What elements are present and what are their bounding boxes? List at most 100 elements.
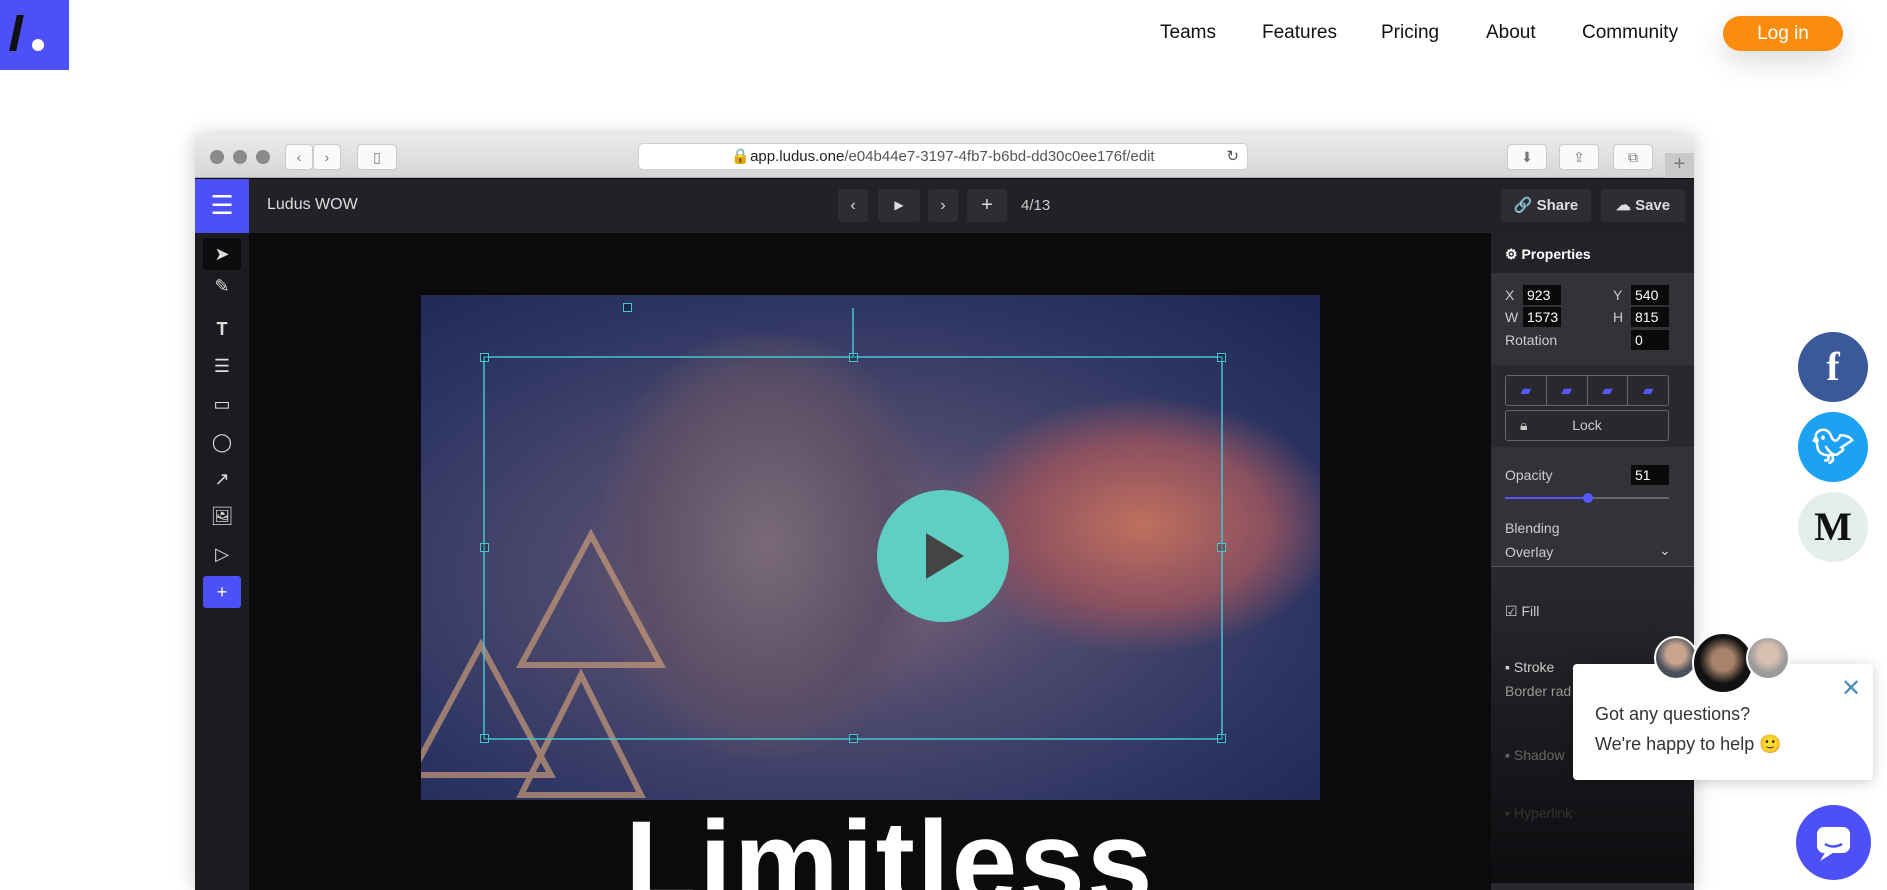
resize-handle	[480, 543, 489, 552]
send-backward-icon: ▰	[1547, 376, 1588, 405]
nav-teams[interactable]: Teams	[1160, 22, 1216, 44]
nav-about[interactable]: About	[1486, 22, 1536, 44]
facebook-button[interactable]: f	[1798, 332, 1868, 402]
chat-message-line1: Got any questions?	[1595, 704, 1751, 724]
address-bar: 🔒app.ludus.one/e04b44e7-3197-4fb7-b6bd-d…	[638, 143, 1248, 170]
avatar	[1692, 632, 1754, 694]
window-min-dot	[233, 150, 247, 164]
sidebar-icon: ▯	[357, 144, 397, 170]
opacity-slider	[1505, 493, 1669, 503]
lock-icon: 🔒	[731, 148, 751, 165]
prev-slide-icon: ‹	[838, 189, 868, 222]
w-label: W	[1505, 309, 1519, 325]
h-label: H	[1613, 309, 1624, 325]
download-icon: ⬇	[1507, 144, 1547, 170]
new-tab-icon: +	[1665, 153, 1694, 178]
slide-counter: 4/13	[1021, 197, 1051, 214]
ludus-logo[interactable]	[0, 0, 69, 70]
border-radius-label: Border rad	[1505, 683, 1572, 699]
add-element-icon: +	[203, 576, 241, 608]
presentation-title: Ludus WOW	[267, 196, 358, 213]
menu-icon: ☰	[195, 179, 249, 233]
tool-sidebar: ➤ ✎ T ☰ ▭ ◯ ↗ 🖼 ▷ +	[195, 233, 249, 890]
resize-handle	[1217, 543, 1226, 552]
hyperlink-checkbox: ▪ Hyperlink	[1505, 805, 1573, 821]
blending-select: Overlay	[1505, 544, 1554, 560]
chevron-down-icon: ⌄	[1659, 542, 1671, 558]
hyperlink-label: Hyperlink	[1513, 805, 1573, 821]
share-label: Share	[1536, 197, 1579, 214]
rotation-input: 0	[1631, 330, 1669, 350]
next-slide-icon: ›	[928, 189, 958, 222]
opacity-input: 51	[1631, 465, 1669, 485]
fill-label: Fill	[1521, 603, 1540, 619]
shadow-checkbox: ▪ Shadow	[1505, 747, 1565, 763]
nav-pricing[interactable]: Pricing	[1381, 22, 1439, 44]
rotation-label: Rotation	[1505, 332, 1558, 348]
bring-forward-icon: ▰	[1588, 376, 1629, 405]
add-slide-icon: +	[967, 189, 1007, 222]
pointer-tool-icon: ➤	[203, 238, 241, 270]
nav-features[interactable]: Features	[1262, 22, 1337, 44]
resize-handle	[480, 734, 489, 743]
url-path: /e04b44e7-3197-4fb7-b6bd-dd30c0ee176f/ed…	[844, 148, 1155, 165]
stroke-label: Stroke	[1513, 659, 1555, 675]
chat-launcher-button[interactable]	[1796, 805, 1871, 880]
resize-handle	[849, 734, 858, 743]
selection-box	[483, 308, 1223, 740]
pen-tool-icon: ✎	[214, 276, 230, 296]
h-input: 815	[1631, 307, 1669, 327]
x-label: X	[1505, 287, 1515, 303]
save-button: ☁ Save	[1601, 189, 1685, 222]
reload-icon: ↻	[1226, 148, 1239, 165]
rotate-handle	[623, 303, 632, 312]
w-input: 1573	[1523, 307, 1561, 327]
y-label: Y	[1613, 287, 1623, 303]
save-label: Save	[1635, 197, 1671, 214]
rectangle-tool-icon: ▭	[213, 394, 231, 414]
properties-panel: ⚙ Properties X 923 Y 540 W 1573 H 815 Rotati…	[1491, 233, 1694, 890]
medium-button[interactable]: M	[1798, 492, 1868, 562]
share-button: 🔗 Share	[1501, 189, 1591, 222]
login-button[interactable]: Log in	[1723, 16, 1843, 51]
resize-handle	[849, 353, 858, 362]
play-icon: ▶	[878, 189, 920, 222]
gear-icon: ⚙ Properties	[1505, 246, 1591, 262]
properties-title: Properties	[1521, 246, 1591, 262]
shadow-label: Shadow	[1513, 747, 1565, 763]
chat-bubble-icon	[1817, 827, 1850, 861]
tabs-icon: ⧉	[1613, 144, 1653, 170]
blending-label: Blending	[1505, 520, 1560, 536]
video-tool-icon: ▷	[215, 544, 229, 564]
text-tool-icon: T	[216, 319, 228, 339]
bring-to-front-icon: ▰	[1642, 382, 1654, 398]
back-icon: ‹	[285, 144, 313, 170]
resize-handle	[480, 353, 489, 362]
resize-handle	[1217, 353, 1226, 362]
nav-community[interactable]: Community	[1582, 22, 1678, 44]
share-icon: ⇪	[1559, 144, 1599, 170]
forward-icon: ›	[313, 144, 341, 170]
send-to-back-icon: ▰	[1506, 376, 1547, 405]
chat-message-line2: We're happy to help 🙂	[1595, 734, 1782, 754]
resize-handle	[1217, 734, 1226, 743]
opacity-label: Opacity	[1505, 467, 1553, 483]
fill-checkbox: ☑ Fill	[1505, 603, 1540, 619]
slide-heading: Limitless	[625, 797, 1155, 890]
window-max-dot	[256, 150, 270, 164]
list-tool-icon: ☰	[213, 356, 231, 376]
lock-label: Lock	[1572, 417, 1602, 433]
browser-toolbar: ‹ › ▯ 🔒app.ludus.one/e04b44e7-3197-4fb7-…	[195, 135, 1694, 178]
window-close-dot	[210, 150, 224, 164]
twitter-bird-icon[interactable]: 🐦︎	[1798, 412, 1868, 482]
close-icon[interactable]: ✕	[1841, 674, 1861, 703]
stroke-checkbox: ▪ Stroke	[1505, 659, 1555, 675]
image-tool-icon: 🖼	[210, 506, 234, 526]
layer-order-group: ▰ ▰ ▰ ▰	[1505, 375, 1669, 406]
url-host: app.ludus.one	[750, 148, 845, 165]
padlock-icon: 🔒︎	[1520, 417, 1528, 433]
x-input: 923	[1523, 285, 1561, 305]
arrow-tool-icon: ↗	[214, 469, 230, 489]
app-preview-window: ‹ › ▯ 🔒app.ludus.one/e04b44e7-3197-4fb7-…	[195, 135, 1694, 890]
opacity-slider-thumb	[1583, 493, 1593, 503]
